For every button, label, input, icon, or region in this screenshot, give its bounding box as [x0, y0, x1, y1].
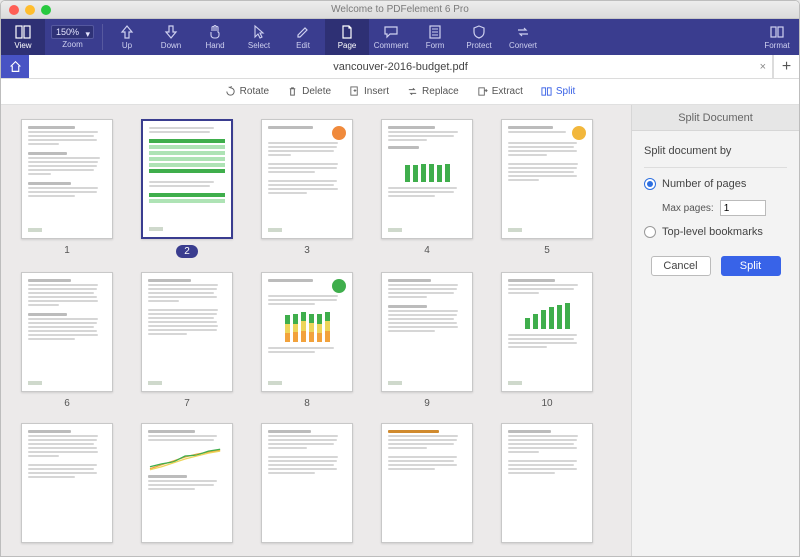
extract-action[interactable]: Extract	[477, 86, 523, 97]
home-tab[interactable]	[1, 55, 29, 78]
chart-badge-icon	[572, 126, 586, 140]
maximize-window-button[interactable]	[41, 5, 51, 15]
page-thumbnail[interactable]	[261, 272, 353, 392]
page-number: 3	[304, 245, 310, 256]
radio-icon	[644, 178, 656, 190]
hand-icon	[207, 24, 223, 40]
arrow-down-icon	[163, 24, 179, 40]
chart-badge-icon	[332, 126, 346, 140]
rotate-icon	[225, 86, 236, 97]
page-thumbnail[interactable]	[21, 272, 113, 392]
page-thumbnail[interactable]	[261, 423, 353, 543]
page-number: 5	[544, 245, 550, 256]
document-tab-label: vancouver-2016-budget.pdf	[333, 61, 468, 73]
page-thumbnail[interactable]	[381, 119, 473, 239]
convert-icon	[515, 24, 531, 40]
page-thumbnail[interactable]	[261, 119, 353, 239]
view-icon	[15, 24, 31, 40]
split-button[interactable]: Split	[721, 256, 781, 276]
cursor-icon	[251, 24, 267, 40]
form-tool[interactable]: Form	[413, 19, 457, 55]
insert-action[interactable]: Insert	[349, 86, 389, 97]
page-number: 10	[541, 398, 552, 409]
page-number: 1	[64, 245, 70, 256]
panel-title: Split Document	[632, 105, 799, 131]
up-tool[interactable]: Up	[105, 19, 149, 55]
replace-icon	[407, 86, 418, 97]
max-pages-input[interactable]	[720, 200, 766, 216]
add-tab-button[interactable]: +	[773, 55, 799, 78]
page-number: 7	[184, 398, 190, 409]
page-thumbnail[interactable]	[501, 423, 593, 543]
page-thumbnail[interactable]	[21, 119, 113, 239]
page-thumbnail[interactable]	[141, 423, 233, 543]
chevron-down-icon: ▾	[86, 29, 91, 40]
view-tool[interactable]: View	[1, 19, 45, 55]
extract-icon	[477, 86, 488, 97]
split-panel: Split Document Split document by Number …	[631, 105, 799, 556]
page-number: 9	[424, 398, 430, 409]
format-icon	[769, 24, 785, 40]
chart-badge-icon	[332, 279, 346, 293]
page-number: 2	[176, 245, 198, 258]
form-icon	[427, 24, 443, 40]
comment-tool[interactable]: Comment	[369, 19, 413, 55]
radio-top-level-bookmarks[interactable]: Top-level bookmarks	[644, 226, 787, 238]
split-icon	[541, 86, 552, 97]
edit-tool[interactable]: Edit	[281, 19, 325, 55]
page-thumbnail[interactable]	[381, 423, 473, 543]
page-thumbnail[interactable]	[141, 119, 233, 239]
minimize-window-button[interactable]	[25, 5, 35, 15]
down-tool[interactable]: Down	[149, 19, 193, 55]
replace-action[interactable]: Replace	[407, 86, 459, 97]
comment-icon	[383, 24, 399, 40]
hand-tool[interactable]: Hand	[193, 19, 237, 55]
zoom-select[interactable]: 150% ▾	[51, 25, 94, 39]
page-thumbnails: 1 2	[1, 105, 631, 556]
format-tool[interactable]: Format	[755, 19, 799, 55]
close-window-button[interactable]	[9, 5, 19, 15]
page-actions-bar: Rotate Delete Insert Replace Extract Spl…	[1, 79, 799, 105]
edit-icon	[295, 24, 311, 40]
page-thumbnail[interactable]	[21, 423, 113, 543]
delete-action[interactable]: Delete	[287, 86, 331, 97]
radio-icon	[644, 226, 656, 238]
shield-icon	[471, 24, 487, 40]
arrow-up-icon	[119, 24, 135, 40]
close-tab-button[interactable]: ×	[760, 61, 766, 73]
page-tool[interactable]: Page	[325, 19, 369, 55]
page-number: 6	[64, 398, 70, 409]
page-number: 8	[304, 398, 310, 409]
select-tool[interactable]: Select	[237, 19, 281, 55]
line-chart-icon	[148, 443, 226, 473]
max-pages-label: Max pages:	[662, 203, 714, 214]
convert-tool[interactable]: Convert	[501, 19, 545, 55]
window-title: Welcome to PDFelement 6 Pro	[1, 4, 799, 15]
document-tabs: vancouver-2016-budget.pdf × +	[1, 55, 799, 79]
page-thumbnail[interactable]	[141, 272, 233, 392]
home-icon	[9, 60, 22, 73]
page-thumbnail[interactable]	[381, 272, 473, 392]
trash-icon	[287, 86, 298, 97]
insert-icon	[349, 86, 360, 97]
page-number: 4	[424, 245, 430, 256]
titlebar: Welcome to PDFelement 6 Pro	[1, 1, 799, 19]
page-thumbnail[interactable]	[501, 272, 593, 392]
protect-tool[interactable]: Protect	[457, 19, 501, 55]
page-thumbnail[interactable]	[501, 119, 593, 239]
rotate-action[interactable]: Rotate	[225, 86, 269, 97]
zoom-tool[interactable]: 150% ▾ Zoom	[45, 19, 100, 55]
split-by-label: Split document by	[644, 145, 787, 157]
split-action[interactable]: Split	[541, 86, 575, 97]
cancel-button[interactable]: Cancel	[651, 256, 711, 276]
page-icon	[339, 24, 355, 40]
document-tab[interactable]: vancouver-2016-budget.pdf ×	[29, 55, 773, 78]
main-toolbar: View 150% ▾ Zoom Up Down Hand Select	[1, 19, 799, 55]
radio-number-of-pages[interactable]: Number of pages	[644, 178, 787, 190]
